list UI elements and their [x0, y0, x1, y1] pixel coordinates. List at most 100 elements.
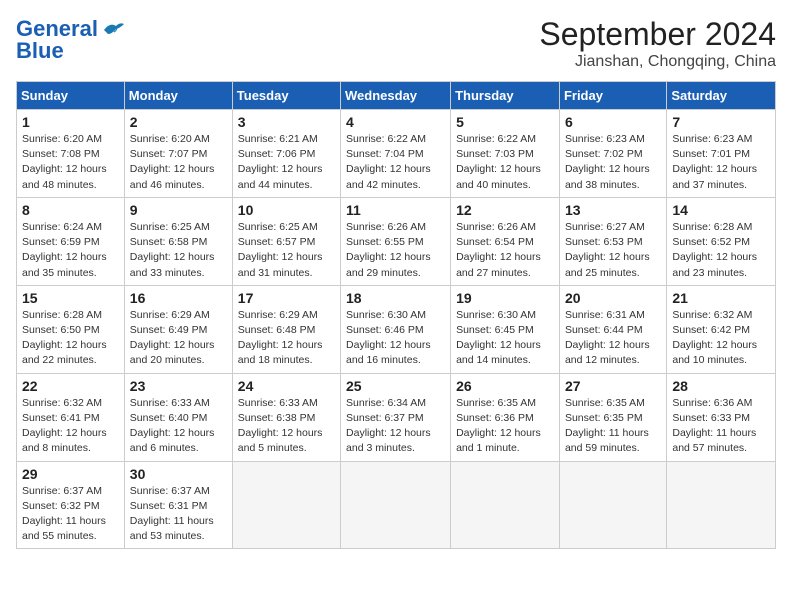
calendar-cell: 29 Sunrise: 6:37 AM Sunset: 6:32 PM Dayli… [17, 461, 125, 549]
day-info: Sunrise: 6:23 AM Sunset: 7:01 PM Dayligh… [672, 132, 770, 193]
day-number: 25 [346, 378, 445, 394]
day-info: Sunrise: 6:27 AM Sunset: 6:53 PM Dayligh… [565, 220, 661, 281]
calendar-week-3: 15 Sunrise: 6:28 AM Sunset: 6:50 PM Dayli… [17, 285, 776, 373]
day-number: 26 [456, 378, 554, 394]
day-info: Sunrise: 6:35 AM Sunset: 6:36 PM Dayligh… [456, 396, 554, 457]
day-number: 8 [22, 202, 119, 218]
day-number: 10 [238, 202, 335, 218]
day-info: Sunrise: 6:30 AM Sunset: 6:46 PM Dayligh… [346, 308, 445, 369]
day-info: Sunrise: 6:26 AM Sunset: 6:54 PM Dayligh… [456, 220, 554, 281]
calendar-cell: 6Sunrise: 6:23 AM Sunset: 7:02 PM Daylig… [559, 110, 666, 198]
day-number: 28 [672, 378, 770, 394]
calendar-cell: 19 Sunrise: 6:30 AM Sunset: 6:45 PM Dayli… [451, 285, 560, 373]
day-number: 29 [22, 466, 119, 482]
calendar-cell: 15 Sunrise: 6:28 AM Sunset: 6:50 PM Dayli… [17, 285, 125, 373]
logo-blue: Blue [16, 38, 64, 64]
day-info: Sunrise: 6:32 AM Sunset: 6:41 PM Dayligh… [22, 396, 119, 457]
day-number: 13 [565, 202, 661, 218]
day-info: Sunrise: 6:29 AM Sunset: 6:49 PM Dayligh… [130, 308, 227, 369]
calendar-cell: 10 Sunrise: 6:25 AM Sunset: 6:57 PM Dayli… [232, 197, 340, 285]
day-info: Sunrise: 6:25 AM Sunset: 6:58 PM Dayligh… [130, 220, 227, 281]
month-year-title: September 2024 [539, 16, 776, 53]
day-number: 7 [672, 114, 770, 130]
day-number: 22 [22, 378, 119, 394]
day-number: 11 [346, 202, 445, 218]
calendar-cell: 25 Sunrise: 6:34 AM Sunset: 6:37 PM Dayli… [341, 373, 451, 461]
calendar-cell: 17 Sunrise: 6:29 AM Sunset: 6:48 PM Dayli… [232, 285, 340, 373]
weekday-header-wednesday: Wednesday [341, 82, 451, 110]
calendar-cell: 16 Sunrise: 6:29 AM Sunset: 6:49 PM Dayli… [124, 285, 232, 373]
day-info: Sunrise: 6:22 AM Sunset: 7:03 PM Dayligh… [456, 132, 554, 193]
calendar-cell: 7 Sunrise: 6:23 AM Sunset: 7:01 PM Daylig… [667, 110, 776, 198]
weekday-header-friday: Friday [559, 82, 666, 110]
calendar-cell: 21 Sunrise: 6:32 AM Sunset: 6:42 PM Dayli… [667, 285, 776, 373]
day-number: 20 [565, 290, 661, 306]
calendar-cell [232, 461, 340, 549]
calendar-cell: 11Sunrise: 6:26 AM Sunset: 6:55 PM Dayli… [341, 197, 451, 285]
day-number: 27 [565, 378, 661, 394]
day-info: Sunrise: 6:34 AM Sunset: 6:37 PM Dayligh… [346, 396, 445, 457]
calendar-cell: 13 Sunrise: 6:27 AM Sunset: 6:53 PM Dayli… [559, 197, 666, 285]
weekday-header-tuesday: Tuesday [232, 82, 340, 110]
day-info: Sunrise: 6:37 AM Sunset: 6:32 PM Dayligh… [22, 484, 119, 545]
calendar-week-5: 29 Sunrise: 6:37 AM Sunset: 6:32 PM Dayli… [17, 461, 776, 549]
day-number: 16 [130, 290, 227, 306]
day-info: Sunrise: 6:29 AM Sunset: 6:48 PM Dayligh… [238, 308, 335, 369]
day-info: Sunrise: 6:32 AM Sunset: 6:42 PM Dayligh… [672, 308, 770, 369]
day-number: 2 [130, 114, 227, 130]
page-header: General Blue September 2024 Jianshan, Ch… [16, 16, 776, 71]
day-info: Sunrise: 6:30 AM Sunset: 6:45 PM Dayligh… [456, 308, 554, 369]
day-number: 21 [672, 290, 770, 306]
day-info: Sunrise: 6:33 AM Sunset: 6:38 PM Dayligh… [238, 396, 335, 457]
day-info: Sunrise: 6:35 AM Sunset: 6:35 PM Dayligh… [565, 396, 661, 457]
calendar-cell [667, 461, 776, 549]
day-number: 15 [22, 290, 119, 306]
day-info: Sunrise: 6:22 AM Sunset: 7:04 PM Dayligh… [346, 132, 445, 193]
calendar-week-4: 22 Sunrise: 6:32 AM Sunset: 6:41 PM Dayli… [17, 373, 776, 461]
calendar-table: SundayMondayTuesdayWednesdayThursdayFrid… [16, 81, 776, 549]
calendar-week-1: 1 Sunrise: 6:20 AM Sunset: 7:08 PM Daylig… [17, 110, 776, 198]
weekday-header-thursday: Thursday [451, 82, 560, 110]
day-number: 4 [346, 114, 445, 130]
day-number: 14 [672, 202, 770, 218]
day-info: Sunrise: 6:25 AM Sunset: 6:57 PM Dayligh… [238, 220, 335, 281]
calendar-cell: 24 Sunrise: 6:33 AM Sunset: 6:38 PM Dayli… [232, 373, 340, 461]
day-number: 17 [238, 290, 335, 306]
calendar-cell [451, 461, 560, 549]
day-info: Sunrise: 6:20 AM Sunset: 7:07 PM Dayligh… [130, 132, 227, 193]
day-info: Sunrise: 6:20 AM Sunset: 7:08 PM Dayligh… [22, 132, 119, 193]
calendar-cell: 30Sunrise: 6:37 AM Sunset: 6:31 PM Dayli… [124, 461, 232, 549]
calendar-cell: 3 Sunrise: 6:21 AM Sunset: 7:06 PM Daylig… [232, 110, 340, 198]
day-number: 3 [238, 114, 335, 130]
logo-bird-icon [102, 20, 124, 38]
calendar-cell [341, 461, 451, 549]
calendar-cell: 8Sunrise: 6:24 AM Sunset: 6:59 PM Daylig… [17, 197, 125, 285]
day-info: Sunrise: 6:33 AM Sunset: 6:40 PM Dayligh… [130, 396, 227, 457]
calendar-cell: 14 Sunrise: 6:28 AM Sunset: 6:52 PM Dayli… [667, 197, 776, 285]
weekday-header-sunday: Sunday [17, 82, 125, 110]
calendar-cell: 22 Sunrise: 6:32 AM Sunset: 6:41 PM Dayli… [17, 373, 125, 461]
day-info: Sunrise: 6:37 AM Sunset: 6:31 PM Dayligh… [130, 484, 227, 545]
weekday-header-saturday: Saturday [667, 82, 776, 110]
day-number: 12 [456, 202, 554, 218]
calendar-cell: 26 Sunrise: 6:35 AM Sunset: 6:36 PM Dayli… [451, 373, 560, 461]
day-number: 18 [346, 290, 445, 306]
location-subtitle: Jianshan, Chongqing, China [539, 53, 776, 71]
day-number: 1 [22, 114, 119, 130]
calendar-cell: 5Sunrise: 6:22 AM Sunset: 7:03 PM Daylig… [451, 110, 560, 198]
weekday-header-row: SundayMondayTuesdayWednesdayThursdayFrid… [17, 82, 776, 110]
day-info: Sunrise: 6:28 AM Sunset: 6:52 PM Dayligh… [672, 220, 770, 281]
day-info: Sunrise: 6:21 AM Sunset: 7:06 PM Dayligh… [238, 132, 335, 193]
day-number: 23 [130, 378, 227, 394]
day-info: Sunrise: 6:28 AM Sunset: 6:50 PM Dayligh… [22, 308, 119, 369]
day-number: 24 [238, 378, 335, 394]
calendar-cell: 28 Sunrise: 6:36 AM Sunset: 6:33 PM Dayli… [667, 373, 776, 461]
day-number: 9 [130, 202, 227, 218]
logo: General Blue [16, 16, 124, 64]
day-number: 19 [456, 290, 554, 306]
calendar-cell: 20Sunrise: 6:31 AM Sunset: 6:44 PM Dayli… [559, 285, 666, 373]
day-info: Sunrise: 6:36 AM Sunset: 6:33 PM Dayligh… [672, 396, 770, 457]
calendar-cell: 1 Sunrise: 6:20 AM Sunset: 7:08 PM Daylig… [17, 110, 125, 198]
calendar-cell: 12 Sunrise: 6:26 AM Sunset: 6:54 PM Dayli… [451, 197, 560, 285]
weekday-header-monday: Monday [124, 82, 232, 110]
